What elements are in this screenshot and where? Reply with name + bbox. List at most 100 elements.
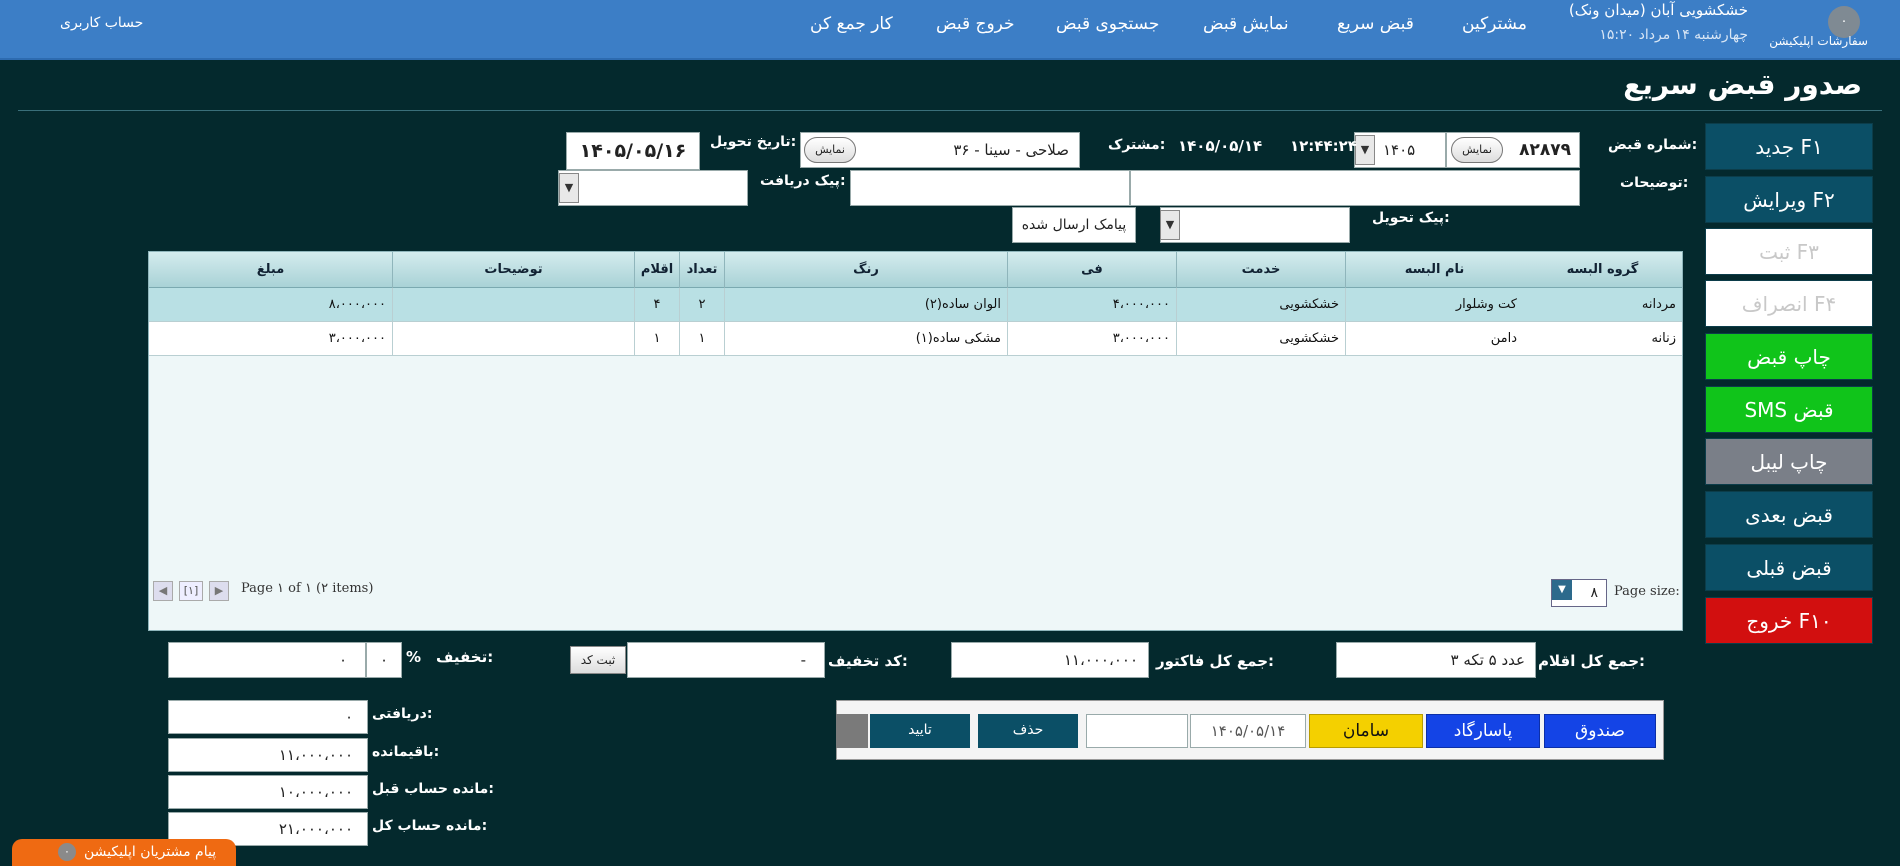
pickup-courier-label: پیک دریافت: (760, 173, 846, 189)
discount-percent-sign: % (406, 648, 422, 666)
pager-info: Page ۱ of ۱ (۲ items) (241, 581, 374, 596)
remaining-field: ۱۱،۰۰۰،۰۰۰ (168, 738, 368, 772)
cell-notes (392, 288, 634, 322)
pay-saman-button[interactable]: سامان (1309, 714, 1423, 748)
table-row[interactable]: مردانه کت وشلوار خشکشویی ۴،۰۰۰،۰۰۰ الوان… (149, 288, 1682, 322)
delete-payment-button[interactable]: حذف (978, 714, 1078, 748)
sms-status-field: پیامک ارسال شده (1012, 207, 1136, 243)
payment-date-field[interactable]: ۱۴۰۵/۰۵/۱۴ (1190, 714, 1306, 748)
time-text: ۱۲:۴۴:۲۴ (1290, 137, 1357, 155)
account-link[interactable]: حساب کاربری (60, 15, 143, 31)
nav-receipt-show[interactable]: نمایش قبض (1203, 14, 1289, 34)
nav-quick-receipt[interactable]: قبض سریع (1337, 14, 1414, 34)
app-messages-tab[interactable]: ۰ پیام مشتریان اپلیکیشن (12, 839, 236, 866)
col-amount[interactable]: مبلغ (149, 252, 392, 288)
print-receipt-button[interactable]: چاپ قبض (1705, 333, 1873, 380)
exit-button[interactable]: خروج F۱۰ (1705, 597, 1873, 644)
shop-name: خشکشویی آبان (میدان ونک) (1568, 1, 1748, 19)
total-items-value: ۳ عدد ۵ تکه (1450, 651, 1525, 669)
col-pieces[interactable]: اقلام (634, 252, 679, 288)
received-field[interactable]: ۰ (168, 700, 368, 734)
confirm-payment-button[interactable]: تایید (870, 714, 970, 748)
customer-value: ۳۶ - صلاحی - سینا (953, 141, 1069, 159)
edit-button[interactable]: ویرایش F۲ (1705, 176, 1873, 223)
apply-discount-code-button[interactable]: ثبت کد (570, 646, 626, 674)
save-button[interactable]: ثبت F۳ (1705, 228, 1873, 275)
table-row[interactable]: زنانه دامن خشکشویی ۳،۰۰۰،۰۰۰ مشکی ساده(۱… (149, 322, 1682, 356)
chevron-down-icon[interactable]: ▼ (559, 173, 579, 203)
cell-amount: ۸،۰۰۰،۰۰۰ (328, 297, 386, 312)
pay-pasargad-button[interactable]: پاسارگاد (1426, 714, 1540, 748)
pickup-courier-select[interactable] (558, 170, 748, 206)
cell-color: الوان ساده(۲) (724, 288, 1007, 322)
cell-group: زنانه (1651, 331, 1676, 346)
grid-header: گروه البسه نام البسه خدمت فی رنگ تعداد ا… (149, 252, 1682, 288)
cell-notes (392, 322, 634, 356)
payment-amount-field[interactable] (1086, 714, 1188, 748)
app-orders-label[interactable]: سفارشات اپلیکیشن (1769, 34, 1868, 48)
items-grid: گروه البسه نام البسه خدمت فی رنگ تعداد ا… (148, 251, 1683, 631)
notes-label: توضیحات: (1620, 175, 1689, 191)
col-service[interactable]: خدمت (1176, 252, 1345, 288)
notes-field-1[interactable] (1130, 170, 1580, 206)
pager-page-number[interactable]: [۱] (179, 581, 203, 601)
total-items-label: جمع کل اقلام: (1538, 652, 1646, 670)
title-divider (18, 110, 1882, 111)
col-notes[interactable]: توضیحات (392, 252, 634, 288)
col-qty[interactable]: تعداد (679, 252, 724, 288)
delivery-date-field[interactable]: ۱۴۰۵/۰۵/۱۶ (566, 132, 700, 170)
total-items-field: ۳ عدد ۵ تکه (1336, 642, 1536, 678)
delivery-date-value: ۱۴۰۵/۰۵/۱۶ (579, 140, 687, 162)
nav-receipt-exit[interactable]: خروج قبض (936, 14, 1015, 34)
total-balance-label: مانده حساب کل: (372, 818, 488, 834)
cell-amount: ۳،۰۰۰،۰۰۰ (328, 331, 386, 346)
invoice-total-label: جمع کل فاکتور: (1156, 652, 1275, 670)
nav-customers[interactable]: مشترکین (1462, 14, 1527, 34)
page-title: صدور قبض سریع (1623, 68, 1862, 101)
top-nav-bar: حساب کاربری کار جمع کن خروج قبض جستجوی ق… (0, 0, 1900, 60)
cell-color: مشکی ساده(۱) (724, 322, 1007, 356)
notes-field-2[interactable] (850, 170, 1130, 206)
show-receipt-button[interactable]: نمایش (1451, 137, 1503, 163)
delivery-courier-select[interactable] (1160, 207, 1350, 243)
chevron-down-icon[interactable]: ▼ (1355, 135, 1375, 165)
page-size-value: ۸ (1590, 585, 1598, 601)
nav-receipt-search[interactable]: جستجوی قبض (1056, 14, 1159, 34)
cell-garment: کت وشلوار (1345, 288, 1523, 322)
print-label-button[interactable]: چاپ لیبل (1705, 438, 1873, 485)
pager-prev-icon[interactable]: ◀ (153, 581, 173, 601)
year-value: ۱۴۰۵ (1383, 141, 1416, 159)
prev-balance-field: ۱۰،۰۰۰،۰۰۰ (168, 775, 368, 809)
app-messages-badge: ۰ (58, 843, 76, 861)
discount-percent-field[interactable]: ۰ (366, 642, 402, 678)
pay-cashbox-button[interactable]: صندوق (1544, 714, 1656, 748)
chevron-down-icon[interactable]: ▼ (1160, 210, 1180, 240)
customer-label: مشترک: (1108, 137, 1166, 153)
cancel-button[interactable]: انصراف F۴ (1705, 280, 1873, 327)
col-color[interactable]: رنگ (724, 252, 1007, 288)
prev-balance-value: ۱۰،۰۰۰،۰۰۰ (278, 783, 353, 801)
sms-receipt-button[interactable]: SMS قبض (1705, 386, 1873, 433)
discount-amount-field[interactable]: ۰ (168, 642, 366, 678)
cell-pieces: ۱ (634, 322, 679, 356)
discount-percent-value: ۰ (379, 651, 389, 669)
discount-code-field[interactable]: - (627, 642, 825, 678)
col-group[interactable]: گروه البسه (1523, 252, 1682, 288)
receipt-no-value: ۸۲۸۷۹ (1519, 140, 1571, 160)
date-text: ۱۴۰۵/۰۵/۱۴ (1178, 137, 1263, 155)
delivery-courier-label: پیک تحویل: (1372, 210, 1450, 226)
nav-collector[interactable]: کار جمع کن (810, 14, 893, 34)
show-customer-button[interactable]: نمایش (804, 137, 856, 163)
chevron-down-icon[interactable]: ▼ (1552, 580, 1572, 600)
next-receipt-button[interactable]: قبض بعدی (1705, 491, 1873, 538)
pager-next-icon[interactable]: ▶ (209, 581, 229, 601)
received-value: ۰ (344, 708, 353, 726)
new-button[interactable]: جدید F۱ (1705, 123, 1873, 170)
col-garment[interactable]: نام البسه (1345, 252, 1523, 288)
invoice-total-field: ۱۱،۰۰۰،۰۰۰ (951, 642, 1149, 678)
cell-service: خشکشویی (1176, 288, 1345, 322)
prev-receipt-button[interactable]: قبض قبلی (1705, 544, 1873, 591)
col-unit-price[interactable]: فی (1007, 252, 1176, 288)
remaining-label: باقیمانده: (372, 744, 440, 760)
discount-code-label: کد تخفیف: (828, 652, 908, 670)
